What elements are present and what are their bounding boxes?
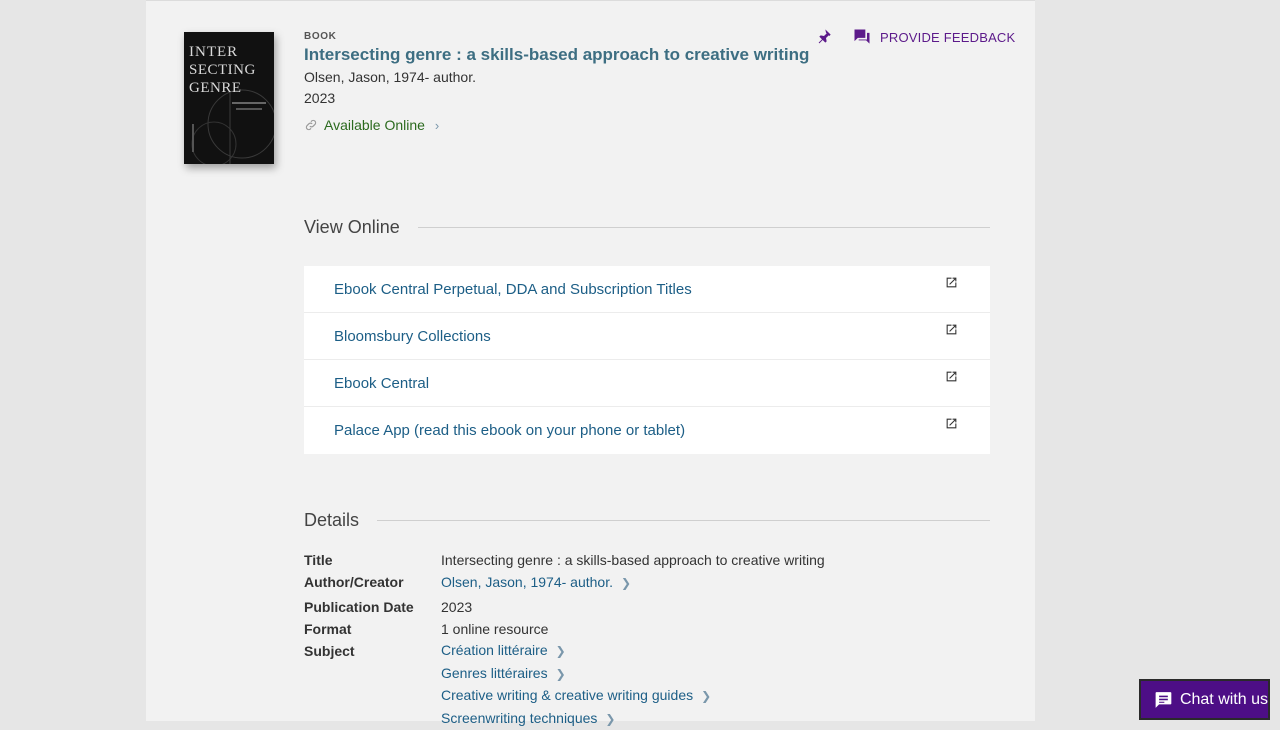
detail-value: Intersecting genre : a skills-based appr… <box>441 552 825 568</box>
chevron-right-icon: ❯ <box>701 689 712 703</box>
view-online-heading: View Online <box>304 217 400 237</box>
chevron-right-icon: ❯ <box>605 711 616 726</box>
book-cover[interactable]: INTER SECTING GENRE <box>184 32 274 164</box>
cover-line-1: INTER <box>189 44 238 60</box>
view-online-list: Ebook Central Perpetual, DDA and Subscri… <box>304 266 990 454</box>
record-year: 2023 <box>304 90 336 106</box>
subject-link[interactable]: Creative writing & creative writing guid… <box>441 687 693 703</box>
chevron-right-icon: ❯ <box>555 666 566 681</box>
chevron-right-icon: ❯ <box>621 576 632 590</box>
online-link-label: Bloomsbury Collections <box>334 327 491 345</box>
detail-label: Subject <box>304 643 355 659</box>
detail-row-title: Title Intersecting genre : a skills-base… <box>304 549 990 571</box>
provide-feedback-button[interactable]: PROVIDE FEEDBACK <box>852 27 1015 47</box>
author-link[interactable]: Olsen, Jason, 1974- author. <box>441 574 613 590</box>
view-online-section-header: View Online <box>304 217 990 238</box>
subject-link[interactable]: Création littéraire <box>441 642 548 658</box>
feedback-label: PROVIDE FEEDBACK <box>880 29 1016 45</box>
online-link-row[interactable]: Bloomsbury Collections <box>304 313 990 360</box>
detail-label: Author/Creator <box>304 574 404 590</box>
pin-icon[interactable] <box>816 27 832 50</box>
online-link-row[interactable]: Ebook Central <box>304 360 990 407</box>
details-heading: Details <box>304 510 360 530</box>
resource-type: BOOK <box>304 31 337 42</box>
external-link-icon <box>946 277 957 288</box>
chat-icon <box>1155 691 1172 708</box>
availability-label: Available Online <box>324 117 425 133</box>
online-link-label: Palace App (read this ebook on your phon… <box>334 422 686 439</box>
details-section-header: Details <box>304 510 990 531</box>
link-icon <box>305 119 317 131</box>
online-link-label: Ebook Central <box>334 374 430 392</box>
detail-label: Format <box>304 621 352 637</box>
detail-label: Title <box>304 552 333 568</box>
online-link-row[interactable]: Palace App (read this ebook on your phon… <box>304 407 990 454</box>
cover-line-2: SECTING <box>189 62 256 78</box>
availability-link[interactable]: Available Online › <box>304 117 439 133</box>
detail-value: 1 online resource <box>441 621 549 637</box>
divider <box>377 520 990 521</box>
detail-label: Publication Date <box>304 599 414 615</box>
subject-link[interactable]: Screenwriting techniques <box>441 710 597 726</box>
detail-row-author: Author/Creator Olsen, Jason, 1974- autho… <box>304 571 990 594</box>
chat-label: Chat with us <box>1179 690 1268 708</box>
chevron-right-icon: › <box>434 117 440 133</box>
online-link-label: Ebook Central Perpetual, DDA and Subscri… <box>334 280 692 298</box>
record-panel: INTER SECTING GENRE BOOK Intersecting ge… <box>146 0 1035 726</box>
feedback-icon <box>854 29 870 44</box>
details-table: Title Intersecting genre : a skills-base… <box>304 549 990 730</box>
record-title-link[interactable]: Intersecting genre : a skills-based appr… <box>304 45 809 65</box>
detail-row-date: Publication Date 2023 <box>304 596 990 618</box>
detail-row-subject: Subject Création littéraire ❯ Genres litt… <box>304 640 990 730</box>
external-link-icon <box>946 418 957 429</box>
detail-row-format: Format 1 online resource <box>304 618 990 640</box>
external-link-icon <box>946 324 957 335</box>
subject-link[interactable]: Genres littéraires <box>441 665 548 681</box>
online-link-row[interactable]: Ebook Central Perpetual, DDA and Subscri… <box>304 266 990 313</box>
cover-line-3: GENRE <box>189 80 242 96</box>
chat-button[interactable]: Chat with us <box>1139 679 1270 720</box>
record-author: Olsen, Jason, 1974- author. <box>304 69 476 85</box>
chevron-right-icon: ❯ <box>555 644 566 658</box>
detail-value: 2023 <box>441 599 473 615</box>
divider <box>417 227 990 228</box>
external-link-icon <box>946 371 957 382</box>
